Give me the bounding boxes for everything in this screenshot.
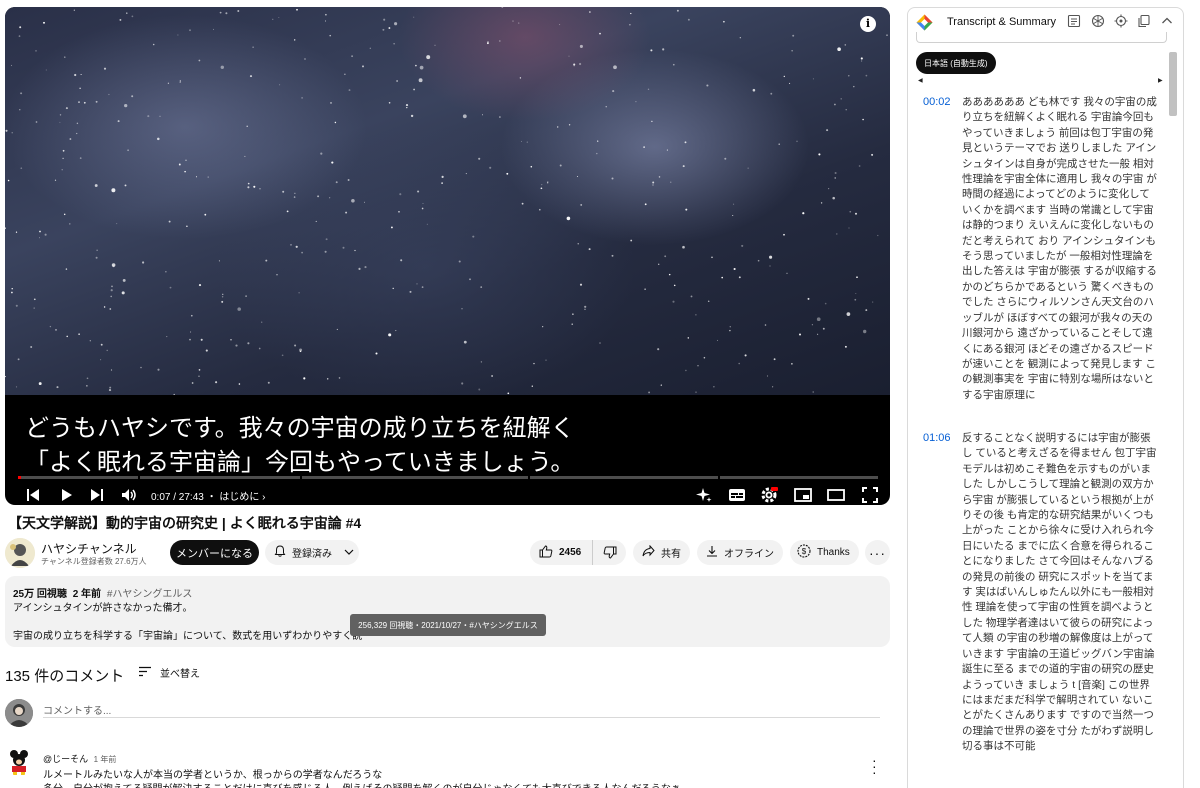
segment-timestamp[interactable]: 00:02 [923, 96, 951, 108]
offline-button[interactable]: オフライン [697, 540, 783, 565]
like-count: 2456 [559, 547, 582, 558]
segment-text: 反することなく説明するには宇宙が膨張し ていると考えざるを得ません 包丁宇宙モデ… [962, 432, 1157, 753]
time-current: 0:07 / 27:43 [151, 492, 204, 503]
description-line: 宇宙の成り立ちを科学する「宇宙論」について、数式を用いずわかりやすく説 [13, 631, 363, 642]
share-icon [642, 544, 655, 560]
thanks-label: Thanks [817, 547, 850, 558]
starfield [5, 7, 888, 395]
super-thanks-icon: $ [797, 544, 811, 561]
channel-subscribers: チャンネル登録者数 27.6万人 [41, 557, 147, 566]
sort-button[interactable]: 並べ替え [138, 665, 200, 680]
add-comment-input[interactable]: コメントする... [43, 702, 880, 718]
share-label: 共有 [661, 549, 681, 560]
previous-icon[interactable] [21, 483, 45, 505]
copy-icon[interactable] [1137, 14, 1151, 28]
thumbs-up-icon [539, 544, 553, 561]
commenter-avatar[interactable] [5, 748, 33, 776]
language-chip[interactable]: 日本語 (自動生成) [916, 52, 996, 74]
chevron-up-icon[interactable] [1160, 14, 1174, 28]
offline-label: オフライン [724, 549, 774, 560]
chevron-down-icon [344, 547, 354, 558]
chapter-marker [138, 476, 140, 479]
comments-count: 135 件のコメント [5, 668, 125, 685]
scroll-right-icon[interactable]: ▶ [1158, 77, 1163, 84]
like-dislike-group: 2456 [530, 540, 626, 565]
thanks-button[interactable]: $ Thanks [790, 540, 859, 565]
user-avatar [5, 699, 33, 727]
comment-author[interactable]: @じーそん [43, 754, 88, 764]
sparkle-icon[interactable] [691, 483, 717, 505]
player-controls: 0:07 / 27:43 ・ はじめに › [5, 483, 890, 505]
channel-name[interactable]: ハヤシチャンネル [41, 540, 137, 557]
next-icon[interactable] [85, 483, 109, 505]
comment-text: 多分、自分が抱えてる疑問が解決することだけに喜びを感じる人。例えばその疑問を解く… [43, 780, 681, 788]
download-icon [706, 545, 718, 560]
chevron-right-icon[interactable]: › [262, 492, 265, 503]
play-icon[interactable] [54, 483, 78, 505]
video-title: 【天文学解説】動的宇宙の研究史 | よく眠れる宇宙論 #4 [8, 515, 362, 531]
chapter-label[interactable]: ・ はじめに [207, 492, 260, 503]
comment-text: ルメートルみたいな人が本当の学者というか、根っからの学者なんだろうな [43, 770, 383, 781]
subscribed-label: 登録済み [292, 549, 332, 560]
like-button[interactable]: 2456 [530, 540, 593, 565]
transcript-search-field[interactable] [916, 32, 1167, 43]
theater-mode-icon[interactable] [823, 483, 849, 505]
view-count-tooltip: 256,329 回視聴・2021/10/27・#ハヤシングエルス [350, 614, 546, 636]
thumbs-down-icon[interactable] [593, 540, 626, 565]
description-line: アインシュタインが許さなかった備才。 [13, 603, 193, 614]
description-box[interactable]: 25万 回視聴 2 年前 #ハヤシングエルス アインシュタインが許さなかった備才… [5, 576, 890, 647]
volume-icon[interactable] [117, 483, 141, 505]
caption-line: 「よく眠れる宇宙論」今回もやっていきましょう。 [25, 448, 575, 476]
caption-line: どうもハヤシです。我々の宇宙の成り立ちを紐解く [25, 414, 575, 442]
comment-author-line: @じーそん 1 年前 [43, 752, 116, 765]
info-icon[interactable]: i [860, 16, 876, 32]
chapter-marker [528, 476, 530, 479]
panel-scrollbar[interactable] [1167, 34, 1176, 788]
more-horizontal-icon: ··· [869, 544, 886, 561]
fullscreen-icon[interactable] [857, 483, 883, 505]
video-player[interactable]: i どうもハヤシです。我々の宇宙の成り立ちを紐解く 「よく眠れる宇宙論」今回もや… [5, 7, 890, 505]
chapter-marker [718, 476, 720, 479]
share-button[interactable]: 共有 [633, 540, 690, 565]
subscribed-button[interactable]: 登録済み [265, 540, 359, 565]
time-display[interactable]: 0:07 / 27:43 ・ はじめに › [151, 488, 266, 503]
video-frame[interactable] [5, 7, 890, 395]
channel-avatar[interactable] [5, 538, 35, 568]
progress-bar[interactable] [18, 476, 878, 479]
bell-icon [274, 545, 286, 560]
join-button[interactable]: メンバーになる [170, 540, 259, 565]
panel-scrollbar-thumb[interactable] [1169, 52, 1177, 116]
more-vertical-icon[interactable]: · · · [872, 753, 877, 779]
settings-icon[interactable] [757, 483, 783, 505]
sort-label: 並べ替え [160, 669, 200, 680]
chapter-marker [300, 476, 302, 479]
progress-played [18, 476, 22, 479]
extension-logo-icon [916, 14, 933, 31]
caption-box: どうもハヤシです。我々の宇宙の成り立ちを紐解く 「よく眠れる宇宙論」今回もやって… [25, 411, 575, 479]
scroll-left-icon[interactable]: ◀ [918, 77, 923, 84]
target-icon[interactable] [1114, 14, 1128, 28]
description-meta: 25万 回視聴 2 年前 #ハヤシングエルス [13, 585, 192, 600]
comment-time[interactable]: 1 年前 [94, 755, 117, 764]
miniplayer-icon[interactable] [790, 483, 816, 505]
chatgpt-icon[interactable] [1091, 14, 1105, 28]
svg-text:$: $ [802, 547, 807, 556]
subtitles-icon[interactable] [724, 483, 750, 505]
sort-icon [138, 666, 152, 680]
panel-title: Transcript & Summary [947, 16, 1057, 28]
transcript-icon[interactable] [1067, 14, 1081, 28]
segment-timestamp[interactable]: 01:06 [923, 432, 951, 444]
more-actions-button[interactable]: ··· [865, 540, 890, 565]
segment-text: ああああああ ども林です 我々の宇宙の成り立ちを紐解くよく眠れる 宇宙論今回もや… [962, 96, 1157, 401]
